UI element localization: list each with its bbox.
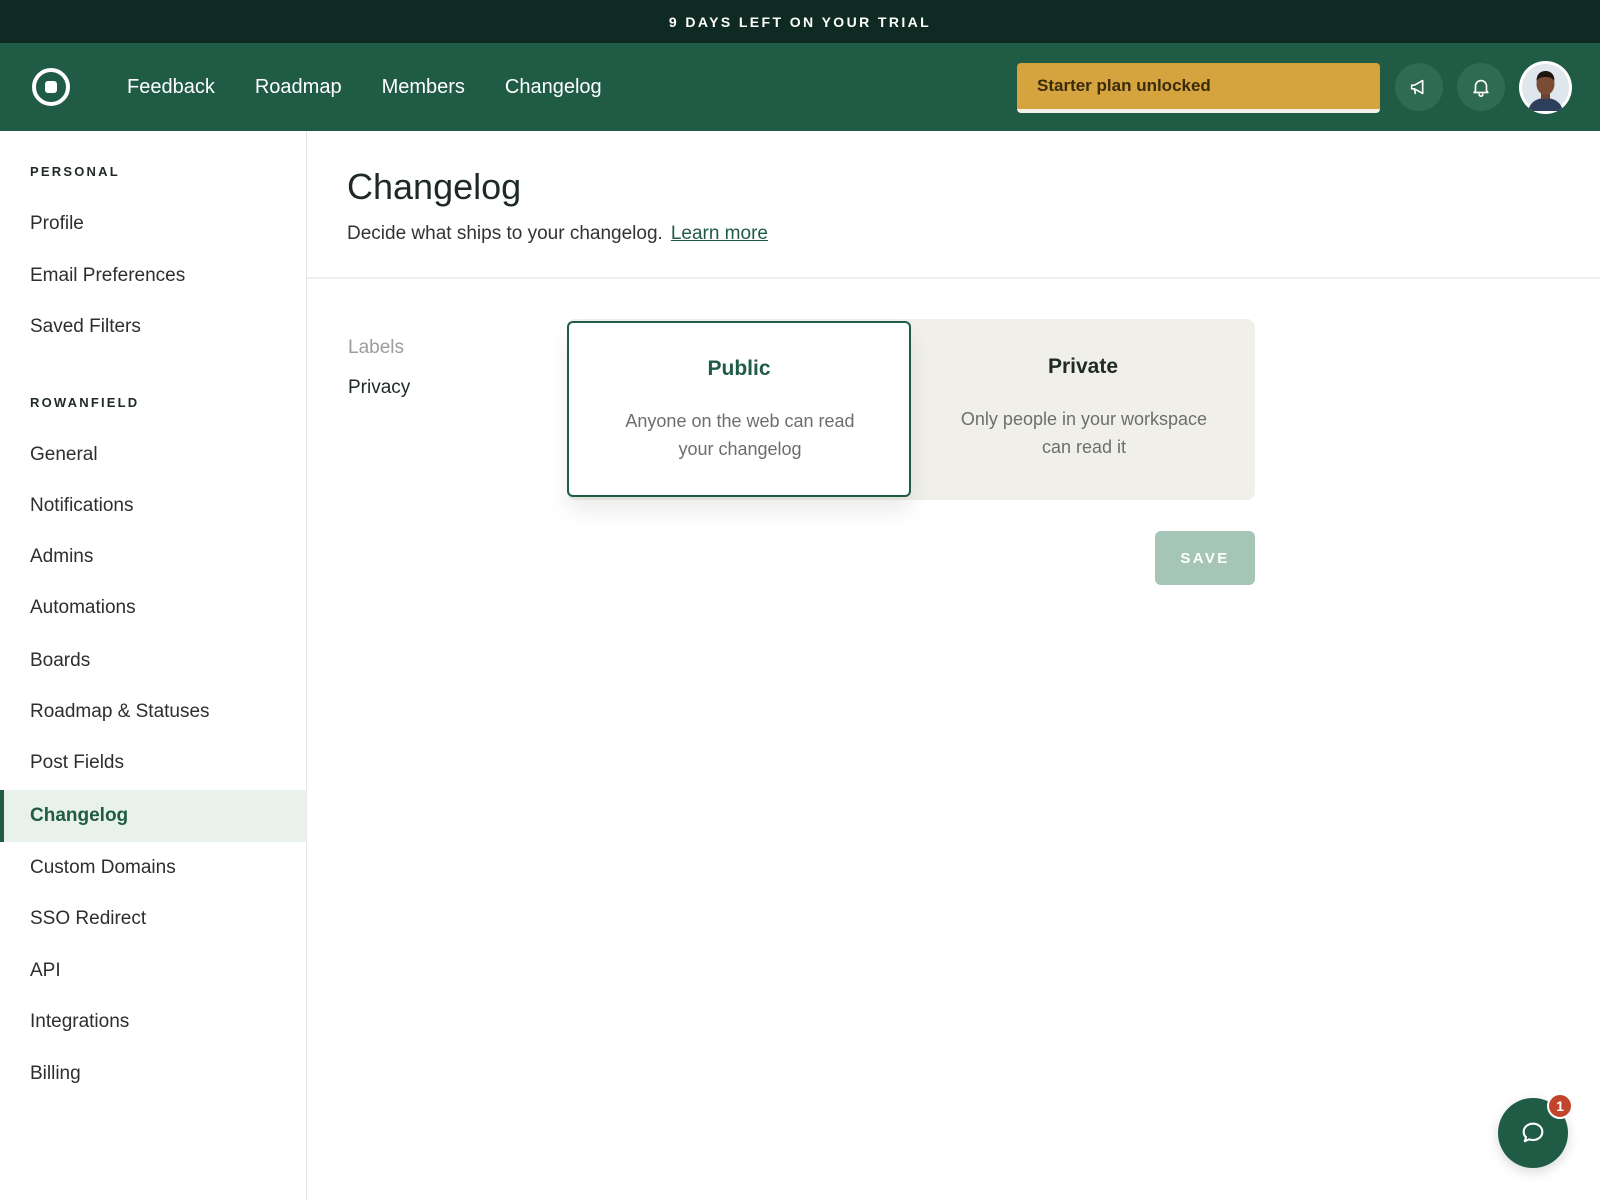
sidebar-item-automations[interactable]: Automations [0, 582, 306, 634]
sidebar-heading-workspace: ROWANFIELD [30, 395, 140, 410]
chat-bubble-icon [1522, 1122, 1544, 1143]
sidebar-item-sso-redirect[interactable]: SSO Redirect [0, 893, 306, 945]
avatar-image [1522, 64, 1569, 111]
subnav-privacy[interactable]: Privacy [348, 377, 410, 399]
sidebar-heading-personal: PERSONAL [30, 164, 120, 179]
announcements-button[interactable] [1395, 63, 1443, 111]
option-title: Private [1047, 355, 1119, 378]
sidebar-item-billing[interactable]: Billing [0, 1048, 306, 1100]
option-title: Public [707, 357, 771, 380]
top-navigation: Feedback Roadmap Members Changelog Start… [0, 43, 1600, 131]
logo-icon[interactable] [32, 68, 70, 106]
page-title: Changelog [347, 166, 522, 207]
option-description: Only people in your workspace can read i… [960, 409, 1208, 457]
chat-unread-badge: 1 [1547, 1093, 1573, 1119]
subnav-labels[interactable]: Labels [348, 337, 404, 359]
sidebar-item-custom-domains[interactable]: Custom Domains [0, 842, 306, 894]
nav-link-changelog[interactable]: Changelog [505, 76, 602, 99]
sidebar-item-saved-filters[interactable]: Saved Filters [0, 301, 306, 353]
starter-plan-button[interactable]: Starter plan unlocked [1017, 63, 1380, 113]
sidebar-item-changelog[interactable]: Changelog [0, 790, 306, 842]
privacy-option-public[interactable]: Public Anyone on the web can read your c… [567, 321, 911, 497]
megaphone-icon [1410, 79, 1424, 95]
sidebar-item-integrations[interactable]: Integrations [0, 996, 306, 1048]
sidebar-item-email-preferences[interactable]: Email Preferences [0, 250, 306, 302]
page-header: Changelog Decide what ships to your chan… [307, 131, 1600, 279]
sidebar-item-api[interactable]: API [0, 945, 306, 997]
option-description: Anyone on the web can read your changelo… [625, 411, 855, 459]
sidebar-item-admins[interactable]: Admins [0, 531, 306, 583]
nav-link-roadmap[interactable]: Roadmap [255, 76, 342, 99]
user-avatar[interactable] [1519, 61, 1572, 114]
learn-more-link[interactable]: Learn more [671, 223, 768, 245]
settings-sidebar: PERSONAL Profile Email Preferences Saved… [0, 131, 307, 1200]
privacy-option-private[interactable]: Private Only people in your workspace ca… [911, 319, 1255, 500]
sidebar-item-roadmap-statuses[interactable]: Roadmap & Statuses [0, 686, 306, 738]
page-subtitle: Decide what ships to your changelog. Lea… [347, 223, 768, 245]
sidebar-item-notifications[interactable]: Notifications [0, 480, 306, 532]
privacy-segmented-control: Public Anyone on the web can read your c… [567, 319, 1255, 500]
save-button[interactable]: SAVE [1155, 531, 1255, 585]
bell-icon [1473, 79, 1489, 97]
page-description: Decide what ships to your changelog. [347, 223, 663, 244]
nav-link-members[interactable]: Members [382, 76, 465, 99]
sidebar-item-post-fields[interactable]: Post Fields [0, 737, 306, 789]
sidebar-item-profile[interactable]: Profile [0, 198, 306, 250]
sidebar-item-boards[interactable]: Boards [0, 635, 306, 687]
trial-banner: 9 DAYS LEFT ON YOUR TRIAL [0, 0, 1600, 43]
notifications-button[interactable] [1457, 63, 1505, 111]
sidebar-item-general[interactable]: General [0, 429, 306, 481]
nav-links: Feedback Roadmap Members Changelog [127, 43, 602, 131]
nav-link-feedback[interactable]: Feedback [127, 76, 215, 99]
